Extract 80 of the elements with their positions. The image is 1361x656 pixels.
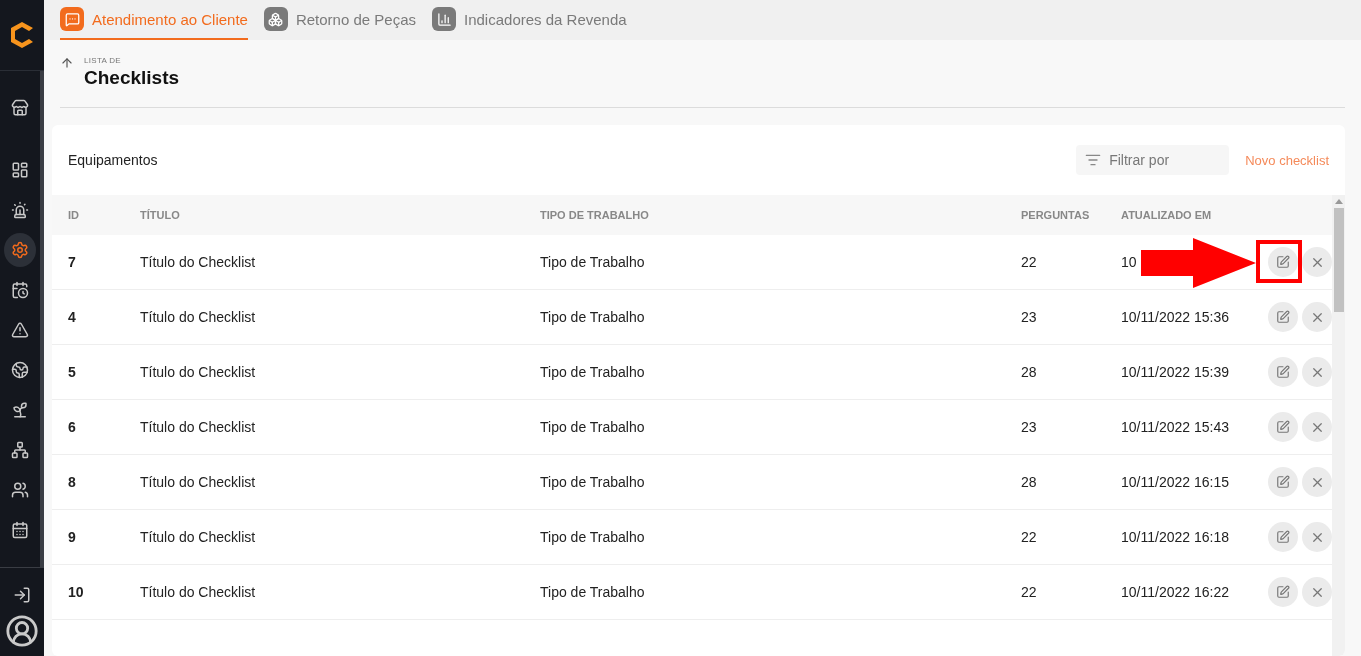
- highlight-frame: [1256, 240, 1302, 283]
- type-cell-text: Tipo de Trabalho: [540, 419, 646, 435]
- filter-icon: [1085, 152, 1102, 168]
- questions-cell-text: 28: [1021, 364, 1038, 380]
- title-cell-text: Título do Checklist: [140, 254, 257, 270]
- card-title: Equipamentos: [68, 152, 159, 168]
- column-header: TÍTULO: [140, 209, 181, 221]
- scrollbar[interactable]: [1332, 195, 1345, 656]
- delete-button[interactable]: [1302, 302, 1332, 332]
- avatar-icon[interactable]: [5, 614, 39, 648]
- settings-icon[interactable]: [4, 233, 36, 267]
- edit-icon: [1276, 420, 1290, 434]
- delete-button[interactable]: [1302, 467, 1332, 497]
- edit-button[interactable]: [1268, 577, 1298, 607]
- edit-icon: [1276, 475, 1290, 489]
- boxes-icon: [263, 7, 288, 31]
- scroll-thumb[interactable]: [1333, 208, 1344, 312]
- date-cell-text: 10/11/2022 15:39: [1121, 364, 1230, 380]
- title-cell-text: Título do Checklist: [140, 474, 257, 490]
- logout-icon[interactable]: [13, 586, 31, 604]
- date-cell-text: 10: [1121, 254, 1138, 270]
- edit-button[interactable]: [1268, 302, 1298, 332]
- questions-cell-text: 28: [1021, 474, 1038, 490]
- title-cell-text: Título do Checklist: [140, 364, 257, 380]
- column-header: ATUALIZADO EM: [1121, 209, 1213, 221]
- edit-button[interactable]: [1268, 247, 1298, 277]
- type-cell-text: Tipo de Trabalho: [540, 529, 646, 545]
- edit-button[interactable]: [1268, 412, 1298, 442]
- tab[interactable]: Atendimento ao Cliente: [60, 0, 248, 40]
- date-cell-text: 10/11/2022 16:15: [1121, 474, 1230, 490]
- delete-button[interactable]: [1302, 577, 1332, 607]
- questions-cell-text: 22: [1021, 529, 1038, 545]
- edit-button[interactable]: [1268, 467, 1298, 497]
- type-cell-text: Tipo de Trabalho: [540, 364, 646, 380]
- column-header: PERGUNTAS: [1021, 209, 1091, 221]
- column-header: TIPO DE TRABALHO: [540, 209, 650, 221]
- page-title: Checklists: [84, 67, 180, 89]
- id-cell-text: 7: [68, 254, 77, 270]
- chat-icon: [60, 7, 84, 31]
- tab[interactable]: Retorno de Peças: [263, 0, 416, 40]
- questions-cell-text: 23: [1021, 419, 1038, 435]
- questions-cell-text: 22: [1021, 584, 1038, 600]
- title-cell-text: Título do Checklist: [140, 419, 257, 435]
- delete-button[interactable]: [1302, 357, 1332, 387]
- bar-chart-icon: [432, 7, 456, 31]
- edit-icon: [1276, 310, 1290, 324]
- id-cell-text: 5: [68, 364, 77, 380]
- scroll-up-icon[interactable]: [1334, 199, 1343, 204]
- questions-cell-text: 23: [1021, 309, 1038, 325]
- questions-cell-text: 22: [1021, 254, 1038, 270]
- edit-icon: [1276, 530, 1290, 544]
- filter-field[interactable]: Filtrar por: [1076, 145, 1230, 175]
- new-checklist-link[interactable]: Novo checklist: [1245, 152, 1329, 168]
- type-cell-text: Tipo de Trabalho: [540, 584, 646, 600]
- edit-icon: [1276, 255, 1290, 269]
- type-cell-text: Tipo de Trabalho: [540, 309, 646, 325]
- title-cell-text: Título do Checklist: [140, 529, 257, 545]
- edit-icon: [1276, 585, 1290, 599]
- title-cell-text: Título do Checklist: [140, 584, 257, 600]
- id-cell-text: 4: [68, 309, 77, 325]
- id-cell-text: 9: [68, 529, 77, 545]
- type-cell-text: Tipo de Trabalho: [540, 474, 646, 490]
- edit-button[interactable]: [1268, 357, 1298, 387]
- edit-button[interactable]: [1268, 522, 1298, 552]
- date-cell-text: 10/11/2022 16:22: [1121, 584, 1230, 600]
- type-cell-text: Tipo de Trabalho: [540, 254, 646, 270]
- tab[interactable]: Indicadores da Revenda: [432, 0, 627, 40]
- date-cell-text: 10/11/2022 15:36: [1121, 309, 1230, 325]
- date-cell-text: 10/11/2022 15:43: [1121, 419, 1230, 435]
- edit-icon: [1276, 365, 1290, 379]
- delete-button[interactable]: [1302, 247, 1332, 277]
- title-cell-text: Título do Checklist: [140, 309, 257, 325]
- delete-button[interactable]: [1302, 412, 1332, 442]
- id-cell-text: 8: [68, 474, 77, 490]
- date-cell-text: 10/11/2022 16:18: [1121, 529, 1230, 545]
- delete-button[interactable]: [1302, 522, 1332, 552]
- id-cell-text: 10: [68, 584, 85, 600]
- id-cell-text: 6: [68, 419, 77, 435]
- column-header: ID: [68, 209, 80, 221]
- page-overline: LISTA DE: [84, 56, 122, 65]
